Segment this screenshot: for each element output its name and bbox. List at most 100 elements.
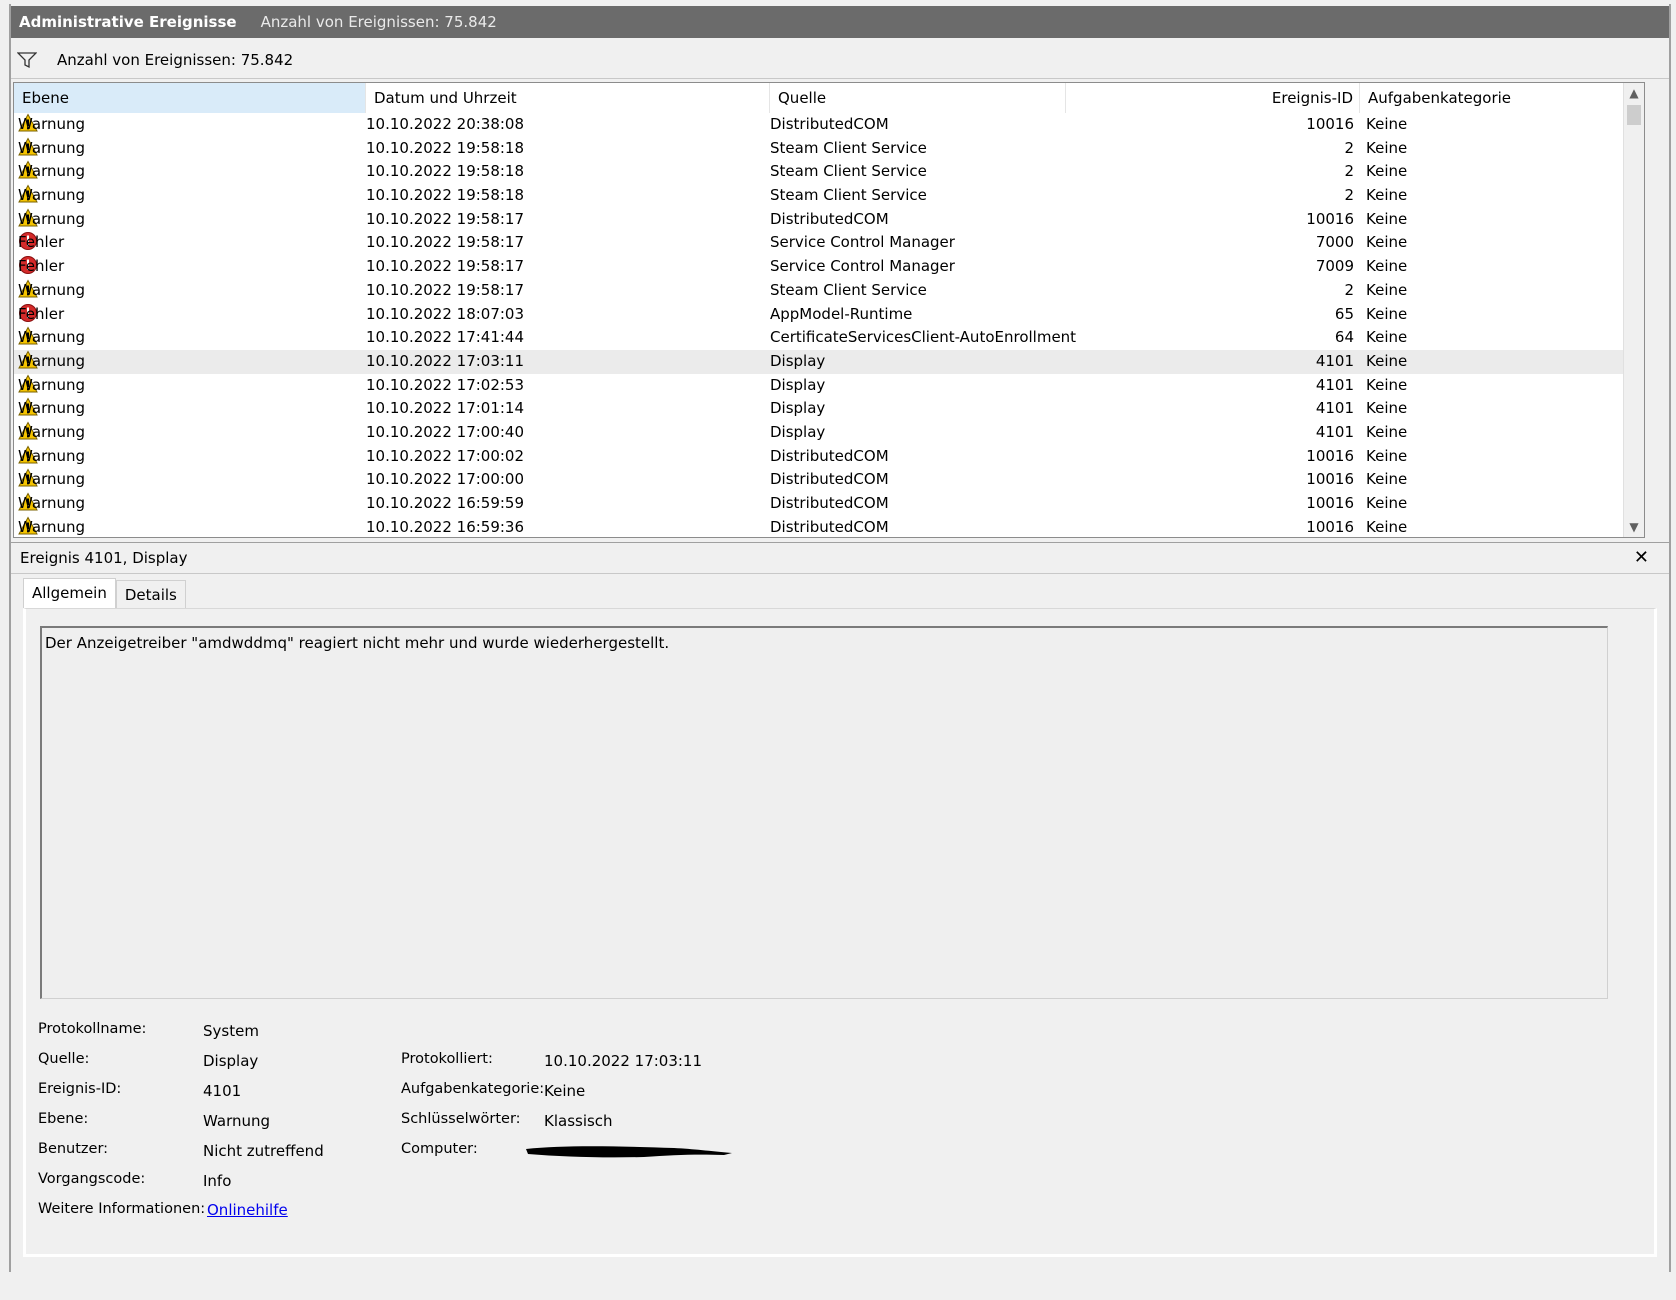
row-datetime: 10.10.2022 17:41:44 — [366, 328, 525, 347]
scroll-down-icon[interactable]: ▼ — [1624, 517, 1644, 537]
row-datetime: 10.10.2022 20:38:08 — [366, 115, 525, 133]
table-row[interactable]: Fehler 10.10.2022 19:58:17 Service Control… — [14, 231, 1644, 255]
vertical-scrollbar[interactable]: ▲ ▼ — [1623, 83, 1644, 537]
row-level-text: Warnung — [18, 280, 86, 299]
row-source: Display — [770, 422, 826, 441]
label-computer: Computer: — [401, 1141, 478, 1157]
redacted-computer-name — [526, 1146, 732, 1158]
row-level-text: Warnung — [18, 399, 86, 418]
label-opcode: Vorgangscode: — [38, 1171, 146, 1187]
value-opcode: Info — [203, 1172, 232, 1190]
row-source: DistributedCOM — [770, 209, 889, 228]
row-category: Keine — [1366, 446, 1408, 465]
event-message-box[interactable]: Der Anzeigetreiber "amdwddmq" reagiert n… — [40, 626, 1608, 999]
column-header-category[interactable]: Aufgabenkategorie — [1360, 83, 1624, 113]
value-log-name: System — [203, 1022, 259, 1040]
label-logged: Protokolliert: — [401, 1051, 493, 1067]
row-event-id: 65 — [1334, 304, 1354, 323]
row-level-text: Fehler — [18, 257, 65, 276]
row-category: Keine — [1366, 351, 1408, 370]
row-category: Keine — [1366, 470, 1408, 489]
row-source: AppModel-Runtime — [770, 304, 913, 323]
row-datetime: 10.10.2022 17:00:02 — [366, 446, 525, 465]
row-event-id: 4101 — [1315, 399, 1354, 418]
scroll-up-icon[interactable]: ▲ — [1624, 83, 1644, 103]
row-datetime: 10.10.2022 19:58:17 — [366, 209, 525, 228]
row-event-id: 10016 — [1306, 209, 1354, 228]
label-source: Quelle: — [38, 1051, 90, 1067]
row-level-text: Warnung — [18, 422, 86, 441]
row-event-id: 2 — [1344, 162, 1354, 181]
label-more-info: Weitere Informationen: — [38, 1201, 206, 1217]
table-row[interactable]: Fehler 10.10.2022 19:58:17 Service Control… — [14, 255, 1644, 279]
row-level-text: Warnung — [18, 517, 86, 536]
event-list: Ebene Datum und Uhrzeit Quelle Ereignis-… — [13, 82, 1645, 538]
table-row[interactable]: Warnung 10.10.2022 19:58:17 Steam Client S… — [14, 279, 1644, 303]
row-datetime: 10.10.2022 17:02:53 — [366, 375, 525, 394]
table-row[interactable]: Warnung 10.10.2022 17:03:11 Display 4101 Kei… — [14, 349, 1644, 374]
tab-general[interactable]: Allgemein — [23, 578, 116, 609]
row-level-text: Warnung — [18, 162, 86, 181]
table-row[interactable]: Warnung 10.10.2022 16:59:59 DistributedCOM… — [14, 492, 1644, 516]
label-task-category: Aufgabenkategorie: — [401, 1081, 545, 1097]
table-row[interactable]: Warnung 10.10.2022 19:58:18 Steam Client S… — [14, 160, 1644, 184]
view-event-count: Anzahl von Ereignissen: 75.842 — [260, 13, 497, 31]
row-level-text: Warnung — [18, 138, 86, 157]
table-row[interactable]: Warnung 10.10.2022 17:00:40 Display 4101 Kei… — [14, 421, 1644, 445]
row-source: CertificateServicesClient-AutoEnrollment — [770, 328, 1077, 347]
row-datetime: 10.10.2022 16:59:59 — [366, 494, 525, 512]
value-logged: 10.10.2022 17:03:11 — [544, 1052, 703, 1070]
row-datetime: 10.10.2022 16:59:36 — [366, 517, 525, 536]
row-level-text: Warnung — [18, 328, 86, 347]
row-category: Keine — [1366, 257, 1408, 276]
table-row[interactable]: Warnung 10.10.2022 19:58:18 Steam Client S… — [14, 184, 1644, 208]
table-row[interactable]: Warnung 10.10.2022 17:01:14 Display 4101 Kei… — [14, 397, 1644, 421]
table-row[interactable]: Warnung 10.10.2022 16:59:36 DistributedCOM… — [14, 516, 1644, 537]
table-row[interactable]: Warnung 10.10.2022 17:00:02 DistributedCOM… — [14, 445, 1644, 469]
column-header-source[interactable]: Quelle — [770, 83, 1066, 113]
table-row[interactable]: Warnung 10.10.2022 19:58:17 DistributedCOM… — [14, 208, 1644, 232]
row-source: Service Control Manager — [770, 257, 955, 276]
table-row[interactable]: Warnung 10.10.2022 19:58:18 Steam Client S… — [14, 137, 1644, 161]
row-datetime: 10.10.2022 19:58:18 — [366, 162, 525, 181]
label-keywords: Schlüsselwörter: — [401, 1111, 521, 1127]
row-category: Keine — [1366, 422, 1408, 441]
row-event-id: 4101 — [1315, 351, 1354, 370]
row-source: Steam Client Service — [770, 186, 927, 205]
label-log-name: Protokollname: — [38, 1021, 147, 1037]
row-source: DistributedCOM — [770, 470, 889, 489]
table-row[interactable]: Fehler 10.10.2022 18:07:03 AppModel-Runtim… — [14, 303, 1644, 327]
tab-details[interactable]: Details — [115, 580, 186, 609]
row-category: Keine — [1366, 375, 1408, 394]
row-source: DistributedCOM — [770, 446, 889, 465]
column-header-datetime[interactable]: Datum und Uhrzeit — [366, 83, 770, 113]
row-event-id: 7000 — [1315, 233, 1354, 252]
row-level-text: Warnung — [18, 446, 86, 465]
row-datetime: 10.10.2022 19:58:17 — [366, 233, 525, 252]
row-datetime: 10.10.2022 19:58:18 — [366, 138, 525, 157]
row-event-id: 10016 — [1306, 470, 1354, 489]
column-header-event-id[interactable]: Ereignis-ID — [1066, 83, 1360, 113]
filter-bar: Anzahl von Ereignissen: 75.842 — [11, 42, 1669, 79]
table-row[interactable]: Warnung 10.10.2022 17:02:53 Display 4101 Kei… — [14, 374, 1644, 398]
row-level-text: Warnung — [18, 494, 86, 512]
row-source: Steam Client Service — [770, 138, 927, 157]
row-event-id: 10016 — [1306, 446, 1354, 465]
row-category: Keine — [1366, 162, 1408, 181]
value-user: Nicht zutreffend — [203, 1142, 324, 1160]
filter-icon[interactable] — [17, 51, 37, 69]
online-help-link[interactable]: Onlinehilfe — [207, 1201, 288, 1219]
event-message: Der Anzeigetreiber "amdwddmq" reagiert n… — [45, 634, 670, 652]
row-source: Service Control Manager — [770, 233, 955, 252]
row-category: Keine — [1366, 186, 1408, 205]
table-row[interactable]: Warnung 10.10.2022 17:41:44 CertificateSer… — [14, 326, 1644, 350]
table-row[interactable]: Warnung 10.10.2022 17:00:00 DistributedCOM… — [14, 468, 1644, 492]
table-row[interactable]: Warnung 10.10.2022 20:38:08 DistributedCOM… — [14, 113, 1644, 137]
label-event-id: Ereignis-ID: — [38, 1081, 122, 1097]
row-event-id: 4101 — [1315, 375, 1354, 394]
row-event-id: 64 — [1334, 328, 1354, 347]
value-keywords: Klassisch — [544, 1112, 613, 1130]
close-icon[interactable]: ✕ — [1634, 547, 1649, 568]
scroll-thumb[interactable] — [1627, 105, 1641, 125]
column-header-level[interactable]: Ebene — [14, 83, 366, 113]
